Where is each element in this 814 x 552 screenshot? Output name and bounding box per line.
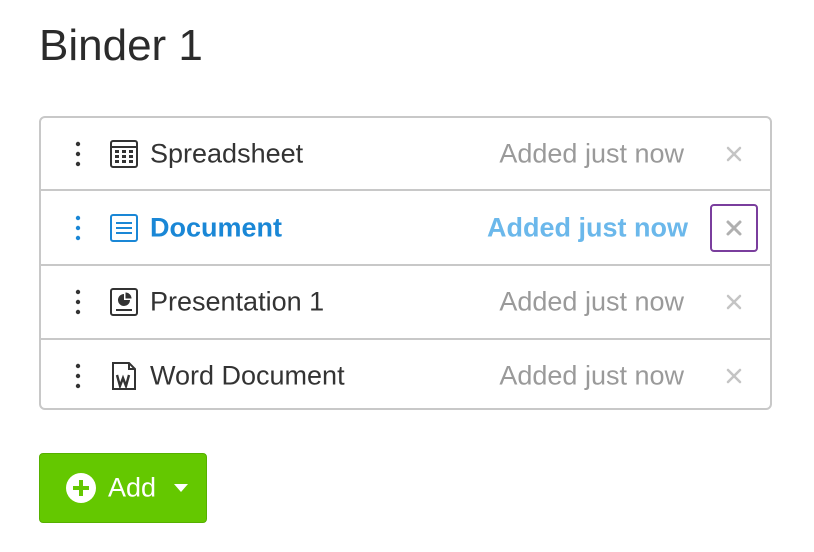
- presentation-icon: [109, 287, 139, 317]
- remove-item-button[interactable]: [710, 278, 758, 326]
- remove-item-button[interactable]: [710, 130, 758, 178]
- item-name[interactable]: Presentation 1: [150, 287, 324, 318]
- plus-circle-icon: [65, 472, 97, 504]
- list-item[interactable]: Word Document Added just now: [41, 340, 770, 408]
- drag-handle-icon[interactable]: [73, 140, 83, 168]
- item-name[interactable]: Document: [150, 212, 282, 243]
- remove-item-button[interactable]: [710, 352, 758, 400]
- list-item[interactable]: Document Added just now: [41, 191, 770, 266]
- caret-down-icon: [173, 483, 189, 493]
- binder-page: Binder 1 Spreadsheet Added just now Docu…: [0, 0, 814, 552]
- item-name[interactable]: Spreadsheet: [150, 138, 303, 169]
- add-button-label: Add: [108, 472, 157, 503]
- binder-item-list: Spreadsheet Added just now Document Adde…: [39, 116, 772, 410]
- item-added-time: Added just now: [499, 360, 684, 391]
- drag-handle-icon[interactable]: [73, 214, 83, 242]
- word-document-icon: [109, 361, 139, 391]
- close-icon: [726, 368, 742, 384]
- close-icon: [726, 294, 742, 310]
- document-icon: [109, 213, 139, 243]
- item-name[interactable]: Word Document: [150, 361, 345, 392]
- list-item[interactable]: Spreadsheet Added just now: [41, 118, 770, 191]
- add-button[interactable]: Add: [39, 453, 207, 523]
- item-added-time: Added just now: [487, 212, 688, 242]
- spreadsheet-icon: [109, 139, 139, 169]
- drag-handle-icon[interactable]: [73, 288, 83, 316]
- item-added-time: Added just now: [499, 286, 684, 317]
- item-added-time: Added just now: [499, 138, 684, 168]
- list-item[interactable]: Presentation 1 Added just now: [41, 266, 770, 340]
- remove-item-button[interactable]: [710, 203, 758, 252]
- close-icon: [726, 220, 742, 235]
- page-title: Binder 1: [39, 21, 203, 70]
- drag-handle-icon[interactable]: [73, 362, 83, 390]
- close-icon: [726, 146, 742, 161]
